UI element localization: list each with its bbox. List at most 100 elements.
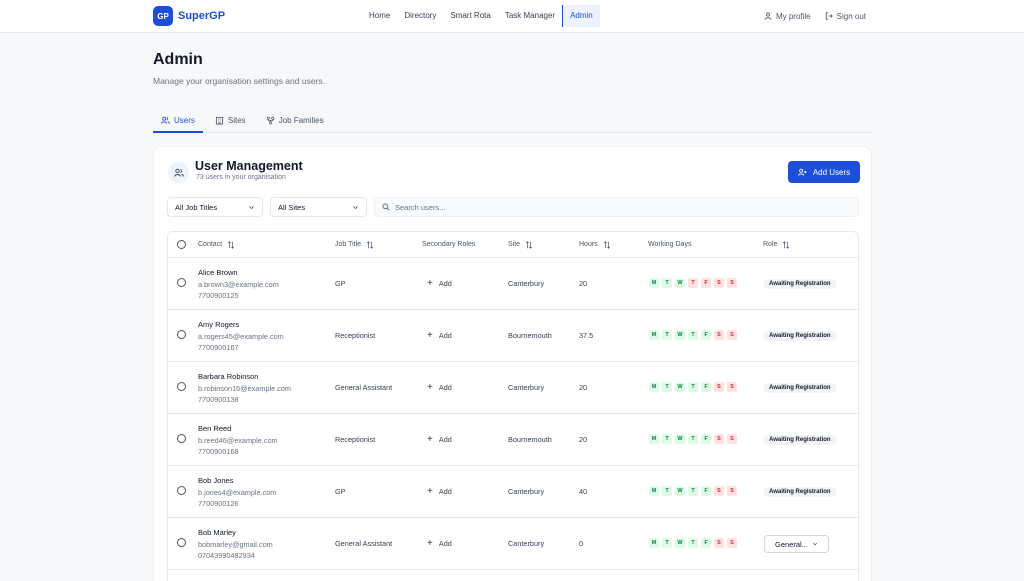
day-0-indicator[interactable]: M [649, 330, 659, 340]
add-secondary-role-button[interactable]: + Add [427, 434, 452, 445]
day-1-indicator[interactable]: T [662, 330, 672, 340]
day-1-indicator[interactable]: T [662, 434, 672, 444]
working-days: MTWTFSS [649, 538, 737, 548]
day-2-indicator[interactable]: W [675, 538, 685, 548]
nav-home[interactable]: Home [362, 5, 397, 27]
plus-icon: + [427, 382, 433, 393]
my-profile-link[interactable]: My profile [764, 12, 811, 21]
day-6-indicator[interactable]: S [727, 486, 737, 496]
day-6-indicator[interactable]: S [727, 434, 737, 444]
day-3-indicator[interactable]: T [688, 330, 698, 340]
contact-email[interactable]: b.robinson16@example.com [198, 384, 291, 393]
chevron-down-icon [353, 205, 358, 209]
day-5-indicator[interactable]: S [714, 434, 724, 444]
day-0-indicator[interactable]: M [649, 434, 659, 444]
contact-email[interactable]: b.reed46@example.com [198, 436, 278, 445]
day-0-indicator[interactable]: M [649, 278, 659, 288]
nav-task-manager[interactable]: Task Manager [498, 5, 562, 27]
day-6-indicator[interactable]: S [727, 330, 737, 340]
table-row[interactable]: Bob Jones b.jones4@example.com 770090012… [168, 466, 858, 518]
table-row[interactable]: Ben Reed b.reed46@example.com 7700900168… [168, 414, 858, 466]
nav-directory[interactable]: Directory [397, 5, 443, 27]
day-4-indicator[interactable]: F [701, 278, 711, 288]
day-2-indicator[interactable]: W [675, 382, 685, 392]
day-5-indicator[interactable]: S [714, 486, 724, 496]
row-select-radio[interactable] [177, 382, 186, 391]
tab-sites[interactable]: Sites [207, 109, 254, 132]
job-families-icon [266, 116, 274, 125]
day-1-indicator[interactable]: T [662, 538, 672, 548]
day-0-indicator[interactable]: M [649, 538, 659, 548]
day-5-indicator[interactable]: S [714, 330, 724, 340]
table-row[interactable]: Bob Marley bobmarley@gmail.com 070439904… [168, 518, 858, 570]
contact-email[interactable]: a.rogers45@example.com [198, 332, 284, 341]
day-0-indicator[interactable]: M [649, 382, 659, 392]
tab-job-families[interactable]: Job Families [258, 109, 332, 132]
search-input[interactable] [395, 202, 795, 212]
col-contact[interactable]: Contact [198, 232, 235, 258]
row-select-radio[interactable] [177, 486, 186, 495]
plus-icon: + [427, 434, 433, 445]
add-secondary-role-button[interactable]: + Add [427, 487, 452, 497]
day-5-indicator[interactable]: S [714, 538, 724, 548]
day-4-indicator[interactable]: F [701, 486, 711, 496]
sign-out-link[interactable]: Sign out [825, 12, 866, 21]
select-all-radio[interactable] [177, 240, 186, 249]
users-table: Contact Job Title Secondary Roles Site H… [167, 231, 859, 581]
day-5-indicator[interactable]: S [714, 278, 724, 288]
day-2-indicator[interactable]: W [675, 278, 685, 288]
contact-email[interactable]: bobmarley@gmail.com [198, 540, 273, 549]
day-5-indicator[interactable]: S [714, 382, 724, 392]
table-row[interactable]: Alice Brown a.brown3@example.com 7700900… [168, 258, 858, 310]
job-title: Receptionist [335, 435, 376, 444]
day-2-indicator[interactable]: W [675, 486, 685, 496]
day-1-indicator[interactable]: T [662, 486, 672, 496]
day-3-indicator[interactable]: T [688, 382, 698, 392]
day-4-indicator[interactable]: F [701, 330, 711, 340]
row-select-radio[interactable] [177, 330, 186, 339]
day-4-indicator[interactable]: F [701, 538, 711, 548]
day-2-indicator[interactable]: W [675, 330, 685, 340]
row-select-radio[interactable] [177, 278, 186, 287]
day-6-indicator[interactable]: S [727, 278, 737, 288]
day-0-indicator[interactable]: M [649, 486, 659, 496]
app-logo[interactable]: GP SuperGP [153, 6, 225, 26]
job-title-filter[interactable]: All Job Titles [167, 197, 263, 217]
add-secondary-role-button[interactable]: + Add [427, 539, 452, 549]
add-secondary-role-button[interactable]: + Add [427, 331, 452, 341]
day-4-indicator[interactable]: F [701, 434, 711, 444]
contact-email[interactable]: b.jones4@example.com [198, 488, 276, 497]
day-1-indicator[interactable]: T [662, 382, 672, 392]
table-row[interactable]: Barbara Robinson b.robinson16@example.co… [168, 362, 858, 414]
contact-phone: 7700900125 [198, 291, 239, 300]
add-secondary-role-button[interactable]: + Add [427, 279, 452, 289]
day-4-indicator[interactable]: F [701, 382, 711, 392]
row-select-radio[interactable] [177, 434, 186, 443]
day-1-indicator[interactable]: T [662, 278, 672, 288]
nav-smart-rota[interactable]: Smart Rota [443, 5, 497, 27]
contact-email[interactable]: a.brown3@example.com [198, 280, 279, 289]
day-6-indicator[interactable]: S [727, 382, 737, 392]
add-secondary-role-button[interactable]: + Add [427, 382, 452, 393]
site-filter[interactable]: All Sites [270, 197, 367, 217]
row-select-radio[interactable] [177, 538, 186, 547]
day-3-indicator[interactable]: T [688, 278, 698, 288]
col-site[interactable]: Site [508, 232, 533, 258]
day-2-indicator[interactable]: W [675, 434, 685, 444]
table-row[interactable]: Amy Rogers a.rogers45@example.com 770090… [168, 310, 858, 362]
day-6-indicator[interactable]: S [727, 538, 737, 548]
sign-out-label: Sign out [836, 11, 866, 21]
day-3-indicator[interactable]: T [688, 486, 698, 496]
nav-admin[interactable]: Admin [562, 5, 600, 27]
role-cell: Awaiting Registration [764, 278, 836, 289]
col-role[interactable]: Role [763, 232, 790, 258]
day-3-indicator[interactable]: T [688, 434, 698, 444]
sort-icon [603, 241, 610, 249]
sort-icon [228, 241, 235, 249]
tab-users[interactable]: Users [153, 109, 203, 133]
col-hours[interactable]: Hours [579, 232, 611, 258]
add-users-button[interactable]: Add Users [788, 161, 860, 183]
col-job-title[interactable]: Job Title [335, 232, 374, 258]
day-3-indicator[interactable]: T [688, 538, 698, 548]
role-select[interactable]: General... [764, 535, 829, 553]
